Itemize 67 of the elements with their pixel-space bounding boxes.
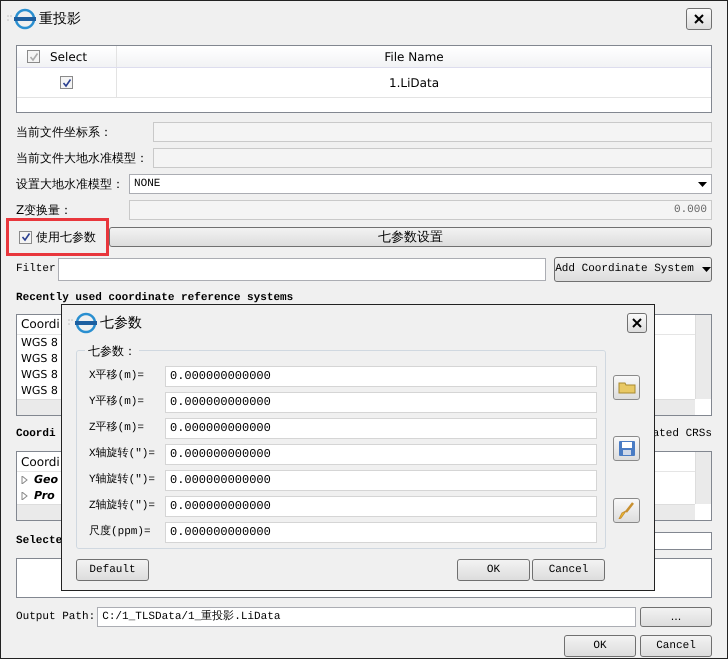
section-heading: Coordi <box>16 426 56 442</box>
save-icon <box>618 440 636 457</box>
clear-button[interactable] <box>613 498 640 523</box>
param-field[interactable]: 0.000000000000 <box>165 470 597 490</box>
row-checkbox[interactable] <box>60 76 73 89</box>
output-path-field[interactable]: C:/1_TLSData/1_重投影.LiData <box>97 607 636 627</box>
browse-button[interactable]: ... <box>640 607 712 627</box>
column-header: Coordi <box>21 316 60 333</box>
table-cell-text: 1.LiData <box>388 74 440 92</box>
filter-label: Filter <box>16 262 57 278</box>
close-button[interactable] <box>686 8 712 30</box>
grip-icon <box>68 319 74 327</box>
scrollbar[interactable] <box>695 314 711 398</box>
section-heading: Selecte <box>16 534 62 549</box>
tree-item[interactable]: Geo <box>34 472 58 488</box>
expander-icon[interactable] <box>21 492 28 500</box>
param-label: Z轴旋转(″)= <box>88 498 156 514</box>
window-title: 重投影 <box>39 10 81 28</box>
close-icon <box>632 318 642 328</box>
param-field[interactable]: 0.000000000000 <box>165 392 597 412</box>
grip-icon <box>7 15 13 23</box>
scrollbar[interactable] <box>695 452 711 504</box>
select-all-checkbox[interactable] <box>27 50 40 63</box>
cancel-button[interactable]: Cancel <box>640 635 712 657</box>
column-header: Coordi <box>21 454 60 470</box>
ok-button[interactable]: OK <box>564 635 636 657</box>
field-label: Z变换量： <box>16 202 74 219</box>
param-label: Z平移(m)= <box>88 420 146 436</box>
caret-icon <box>702 267 711 272</box>
section-heading: Recently used coordinate reference systems <box>16 290 294 306</box>
param-field[interactable]: 0.000000000000 <box>165 418 597 438</box>
param-label: X轴旋转(″)= <box>88 446 156 462</box>
open-button[interactable] <box>613 375 640 400</box>
caret-icon <box>698 182 707 186</box>
ok-button[interactable]: OK <box>457 559 530 581</box>
default-button[interactable]: Default <box>76 559 149 581</box>
add-coordinate-system-button[interactable]: Add Coordinate System <box>554 257 712 282</box>
checkbox[interactable] <box>19 230 32 244</box>
column-header: Select <box>50 48 88 66</box>
close-icon <box>694 14 704 24</box>
field-label: 设置大地水准模型： <box>16 176 125 193</box>
dialog-title: 七参数 <box>100 314 142 332</box>
param-label: Y轴旋转(″)= <box>88 472 156 488</box>
column-header: File Name <box>384 48 444 66</box>
field-label: 当前文件坐标系： <box>16 124 113 141</box>
cancel-button[interactable]: Cancel <box>532 559 605 581</box>
tree-item[interactable]: Pro <box>34 488 55 504</box>
brush-icon <box>618 502 636 519</box>
save-button[interactable] <box>613 436 640 461</box>
logo-icon <box>74 312 98 334</box>
param-label: Y平移(m)= <box>88 394 146 410</box>
settings-button[interactable]: 七参数设置 <box>109 227 712 247</box>
param-field[interactable]: 0.000000000000 <box>165 522 597 542</box>
logo-icon <box>13 8 37 30</box>
close-button[interactable] <box>627 313 647 333</box>
group-title: 七参数： <box>85 342 139 360</box>
param-label: 尺度(ppm)= <box>88 524 152 540</box>
filter-field[interactable] <box>58 258 546 281</box>
field-label: 当前文件大地水准模型： <box>16 150 149 167</box>
param-label: X平移(m)= <box>88 368 146 384</box>
checkbox-label[interactable]: 使用七参数 <box>36 228 96 246</box>
output-path-label: Output Path: <box>16 610 96 625</box>
param-field[interactable]: 0.000000000000 <box>165 496 597 516</box>
dropdown[interactable]: NONE <box>129 174 712 194</box>
expander-icon[interactable] <box>21 476 28 484</box>
param-field[interactable]: 0.000000000000 <box>165 444 597 464</box>
param-field[interactable]: 0.000000000000 <box>165 366 597 386</box>
